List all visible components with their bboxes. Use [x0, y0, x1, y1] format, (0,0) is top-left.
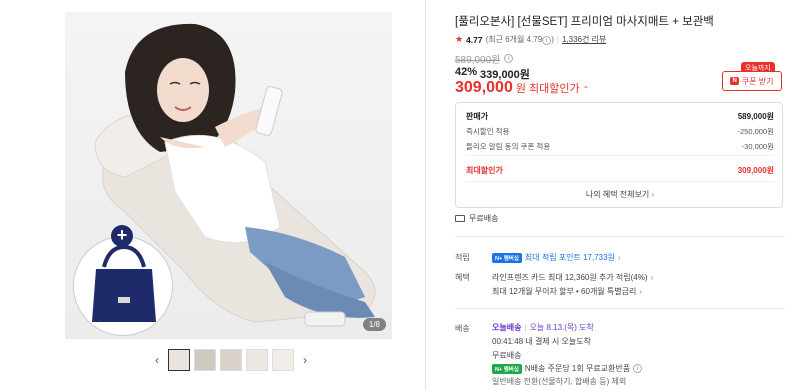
chevron-right-icon: › — [651, 190, 655, 199]
all-benefits-link[interactable]: 나의 혜택 전체보기 › — [456, 189, 784, 200]
rating-row: ★ 4.77 (최근 6개월 4.79 i) | 1,336건 리뷰 — [455, 34, 606, 45]
product-title: [풀리오본사] [선물SET] 프리미엄 마사지매트 + 보관백 — [455, 16, 714, 28]
final-price: 309,000 — [455, 79, 513, 96]
product-main-image[interactable]: + 1/8 — [65, 12, 392, 339]
add-gift-plus-icon: + — [111, 225, 133, 247]
points-line[interactable]: N+ 멤버십 최대 적립 포인트 17,733원 › — [492, 252, 621, 263]
info-icon[interactable]: i — [542, 36, 552, 45]
breakdown-row-instant: 즉시할인 적용 -250,000원 — [466, 127, 774, 136]
points-text: 최대 적립 포인트 17,733원 — [524, 253, 615, 262]
today-delivery-line: 오늘배송 | 오늘 8.13.(목) 도착 — [492, 323, 594, 332]
breakdown-row-max: 최대할인가 309,000원 — [466, 166, 774, 175]
thumbnail-4[interactable] — [246, 349, 268, 371]
rating-value: 4.77 — [466, 34, 483, 45]
final-price-unit: 원 — [515, 83, 526, 95]
section-divider-2 — [455, 308, 785, 309]
gift-bag-image — [92, 244, 156, 322]
benefit-installment-line[interactable]: 최대 12개월 무이자 할부 • 60개월 특별금리 › — [492, 286, 642, 297]
truck-icon — [455, 215, 465, 222]
membership-return-badge: N+ 멤버십 — [492, 363, 522, 374]
free-shipping-top: 무료배송 — [455, 213, 498, 224]
delivery-cutoff: 00:41:48 내 결제 시 오늘도착 — [492, 337, 591, 346]
section-divider — [455, 236, 785, 237]
chevron-right-icon: › — [639, 287, 643, 296]
image-counter: 1/8 — [362, 318, 386, 331]
breakdown-row-sale: 판매가 589,000원 — [466, 112, 774, 121]
chevron-right-icon: › — [617, 253, 621, 262]
rating-recent: (최근 6개월 4.79 i) — [485, 35, 554, 45]
chevron-right-icon: › — [650, 273, 654, 282]
coupon-download-button[interactable]: N 쿠폰 받기 — [722, 71, 782, 91]
final-price-label: 최대할인가 — [528, 83, 580, 95]
free-return-line: N+ 멤버십 N배송 주문당 1회 무료교환반품 i — [492, 363, 643, 374]
coupon-label: 쿠폰 받기 — [741, 76, 774, 86]
breakdown-divider-2 — [466, 181, 774, 182]
free-return-text: N배송 주문당 1회 무료교환반품 — [524, 364, 631, 373]
separator: | — [556, 35, 559, 44]
points-label: 적립 — [455, 253, 470, 262]
breakdown-divider — [466, 155, 774, 156]
thumbnail-next-icon[interactable]: › — [298, 353, 312, 367]
review-count-link[interactable]: 1,336건 리뷰 — [562, 34, 606, 45]
delivery-exclude: 일반배송 전환(선물하기, 합배송 등) 제외 — [492, 377, 627, 386]
original-price: 589,000원 i — [455, 51, 514, 66]
star-icon: ★ — [455, 34, 464, 44]
thumbnail-5[interactable] — [272, 349, 294, 371]
today-delivery-date: 오늘 8.13.(목) 도착 — [529, 323, 594, 332]
thumbnail-strip: ‹ › — [150, 347, 312, 373]
today-delivery-badge: 오늘배송 — [492, 323, 522, 332]
chevron-up-icon: ⌃ — [582, 85, 590, 94]
original-price-value: 589,000원 — [455, 55, 501, 66]
return-info-icon[interactable]: i — [633, 364, 643, 373]
thumbnail-1[interactable] — [168, 349, 190, 371]
thumbnail-3[interactable] — [220, 349, 242, 371]
delivery-free: 무료배송 — [492, 351, 522, 360]
benefit-card-line[interactable]: 라인프렌즈 카드 최대 12,360원 추가 적립(4%) › — [492, 272, 653, 283]
price-info-icon[interactable]: i — [504, 54, 514, 63]
thumbnail-prev-icon[interactable]: ‹ — [150, 353, 164, 367]
breakdown-row-coupon: 들리오 알림 동의 쿠폰 적용 -30,000원 — [466, 142, 774, 151]
naver-n-icon: N — [730, 77, 739, 85]
thumbnail-2[interactable] — [194, 349, 216, 371]
gift-bag-thumbnail — [73, 236, 173, 336]
delivery-label: 배송 — [455, 324, 470, 333]
benefits-label: 혜택 — [455, 273, 470, 282]
vertical-divider — [425, 0, 426, 390]
final-price-row[interactable]: 309,000 원 최대할인가 ⌃ — [455, 79, 589, 97]
naver-membership-badge: N+ 멤버십 — [492, 252, 522, 263]
price-breakdown: 판매가 589,000원 즉시할인 적용 -250,000원 들리오 알림 동의 쿠… — [455, 102, 783, 208]
